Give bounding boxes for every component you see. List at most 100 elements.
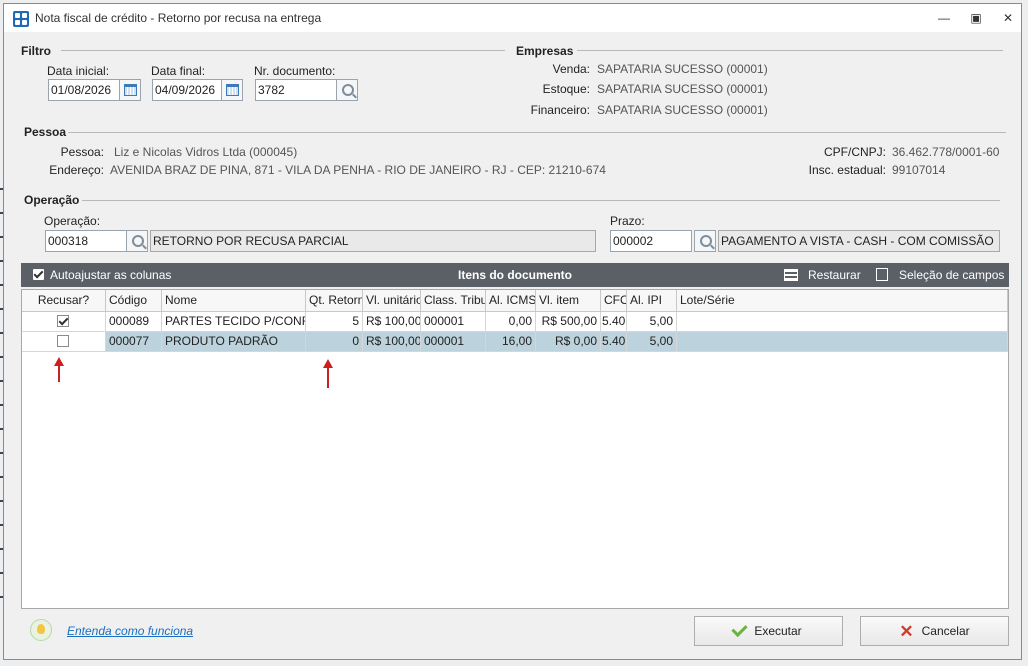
financeiro-value: SAPATARIA SUCESSO (00001) <box>597 103 768 117</box>
col-header-recusar[interactable]: Recusar? <box>22 290 106 312</box>
grid-title: Itens do documento <box>458 268 572 282</box>
executar-button[interactable]: Executar <box>694 616 843 646</box>
app-icon <box>13 11 29 27</box>
help-link[interactable]: Entenda como funciona <box>67 624 193 638</box>
recusar-checkbox[interactable] <box>57 315 69 327</box>
restaurar-icon <box>784 269 798 281</box>
inscricao-label: Insc. estadual: <box>808 163 886 177</box>
data-inicial-label: Data inicial: <box>47 64 110 78</box>
title-bar: Nota fiscal de crédito - Retorno por rec… <box>4 4 1021 32</box>
col-header-qt-retorno[interactable]: Qt. Retorn <box>306 290 363 312</box>
minimize-button[interactable]: — <box>930 8 958 28</box>
recusar-cell <box>22 312 106 332</box>
nr-documento-label: Nr. documento: <box>254 64 336 78</box>
search-icon <box>132 235 144 247</box>
vl-unitario-cell: R$ 100,00 <box>363 312 421 332</box>
annotation-arrow-qt-retorno <box>323 359 333 388</box>
nr-documento-input[interactable]: 3782 <box>255 79 337 101</box>
data-final-calendar-button[interactable] <box>221 79 243 101</box>
autoajustar-checkbox[interactable] <box>33 269 44 280</box>
pessoa-value: Liz e Nicolas Vidros Ltda (000045) <box>114 145 298 159</box>
lote-serie-cell <box>677 312 1008 332</box>
pessoa-divider <box>68 132 1006 133</box>
cancelar-label: Cancelar <box>921 624 970 638</box>
class-tributaria-cell: 000001 <box>421 312 486 332</box>
prazo-label: Prazo: <box>610 214 645 228</box>
selecao-campos-button[interactable]: Seleção de campos <box>899 268 1004 282</box>
close-x-icon: ✕ <box>899 622 914 641</box>
cfo-cell: 5.40 <box>601 332 627 352</box>
col-header-vl-unitario[interactable]: Vl. unitário <box>363 290 421 312</box>
codigo-cell: 000089 <box>106 312 162 332</box>
calendar-icon <box>226 84 239 96</box>
table-row[interactable]: 000089 PARTES TECIDO P/CONFEC 5 R$ 100,0… <box>22 312 1008 332</box>
calendar-icon <box>124 84 137 96</box>
data-final-input[interactable]: 04/09/2026 <box>152 79 222 101</box>
vl-item-cell: R$ 500,00 <box>536 312 601 332</box>
filtro-title: Filtro <box>21 44 51 58</box>
recusar-checkbox[interactable] <box>57 335 69 347</box>
financeiro-label: Financeiro: <box>530 103 590 117</box>
operacao-title: Operação <box>24 193 80 207</box>
venda-value: SAPATARIA SUCESSO (00001) <box>597 62 768 76</box>
recusar-cell <box>22 332 106 352</box>
checkmark-icon <box>731 620 748 638</box>
prazo-search-button[interactable] <box>694 230 716 252</box>
codigo-cell: 000077 <box>106 332 162 352</box>
empresas-title: Empresas <box>516 44 574 58</box>
nome-cell: PRODUTO PADRÃO <box>162 332 306 352</box>
class-tributaria-cell: 000001 <box>421 332 486 352</box>
col-header-lote-serie[interactable]: Lote/Série <box>677 290 1008 312</box>
prazo-description: PAGAMENTO A VISTA - CASH - COM COMISSÃO <box>718 230 1000 252</box>
data-inicial-calendar-button[interactable] <box>119 79 141 101</box>
endereco-label: Endereço: <box>49 163 104 177</box>
annotation-arrow-recusar <box>54 357 64 382</box>
endereco-value: AVENIDA BRAZ DE PINA, 871 - VILA DA PENH… <box>110 163 606 177</box>
search-icon <box>700 235 712 247</box>
estoque-value: SAPATARIA SUCESSO (00001) <box>597 82 768 96</box>
autoajustar-label[interactable]: Autoajustar as colunas <box>50 268 171 282</box>
operacao-divider <box>82 200 1000 201</box>
pessoa-title: Pessoa <box>24 125 67 139</box>
search-icon <box>342 84 354 96</box>
selecao-campos-icon <box>876 268 888 281</box>
col-header-al-icms[interactable]: Al. ICMS <box>486 290 536 312</box>
operacao-search-button[interactable] <box>126 230 148 252</box>
data-inicial-input[interactable]: 01/08/2026 <box>48 79 120 101</box>
cfo-cell: 5.40 <box>601 312 627 332</box>
nr-documento-search-button[interactable] <box>336 79 358 101</box>
operacao-label: Operação: <box>44 214 101 228</box>
al-icms-cell: 16,00 <box>486 332 536 352</box>
qt-retorno-cell[interactable]: 5 <box>306 312 363 332</box>
al-ipi-cell: 5,00 <box>627 332 677 352</box>
empresas-divider <box>577 50 1003 51</box>
executar-label: Executar <box>754 624 802 638</box>
operacao-code-input[interactable]: 000318 <box>45 230 127 252</box>
col-header-class-tributaria[interactable]: Class. Tribu <box>421 290 486 312</box>
items-grid-toolbar: Autoajustar as colunas Itens do document… <box>21 263 1009 287</box>
col-header-nome[interactable]: Nome <box>162 290 306 312</box>
restaurar-button[interactable]: Restaurar <box>808 268 861 282</box>
items-grid: Recusar? Código Nome Qt. Retorn Vl. unit… <box>21 289 1009 609</box>
estoque-label: Estoque: <box>542 82 590 96</box>
nome-cell: PARTES TECIDO P/CONFEC <box>162 312 306 332</box>
cancelar-button[interactable]: ✕ Cancelar <box>860 616 1009 646</box>
lote-serie-cell <box>677 332 1008 352</box>
pessoa-label: Pessoa: <box>60 145 104 159</box>
vl-unitario-cell: R$ 100,00 <box>363 332 421 352</box>
prazo-code-input[interactable]: 000002 <box>610 230 692 252</box>
qt-retorno-cell[interactable]: 0 <box>306 332 363 352</box>
window-title: Nota fiscal de crédito - Retorno por rec… <box>35 11 322 25</box>
col-header-codigo[interactable]: Código <box>106 290 162 312</box>
cpf-label: CPF/CNPJ: <box>823 145 886 159</box>
col-header-vl-item[interactable]: Vl. item <box>536 290 601 312</box>
col-header-al-ipi[interactable]: Al. IPI <box>627 290 677 312</box>
col-header-cfo[interactable]: CFO <box>601 290 627 312</box>
close-button[interactable]: ✕ <box>994 8 1022 28</box>
lightbulb-icon <box>30 619 52 641</box>
restore-button[interactable]: ▣ <box>962 8 990 28</box>
al-icms-cell: 0,00 <box>486 312 536 332</box>
cpf-value: 36.462.778/0001-60 <box>892 145 1000 159</box>
data-final-label: Data final: <box>151 64 206 78</box>
table-row[interactable]: 000077 PRODUTO PADRÃO 0 R$ 100,00 000001… <box>22 332 1008 352</box>
